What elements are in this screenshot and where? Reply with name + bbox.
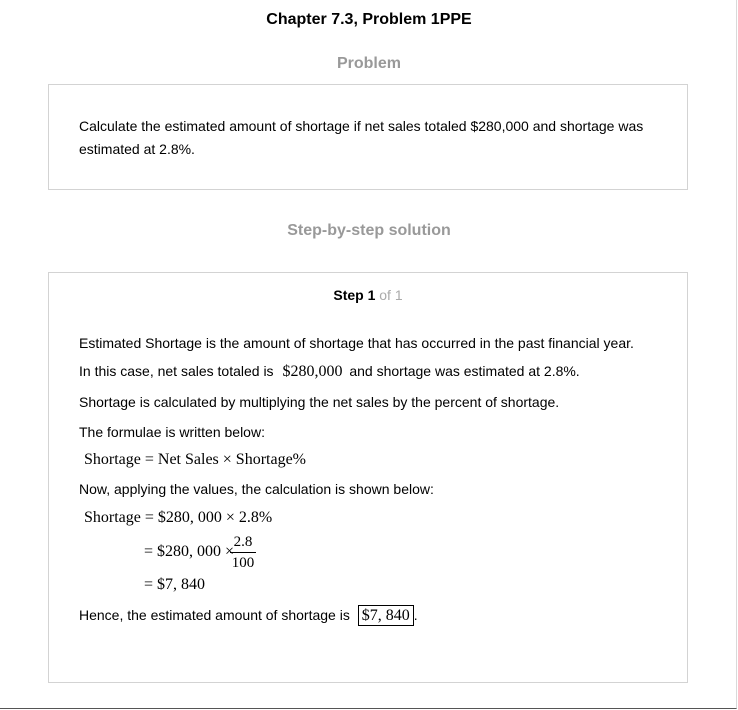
conclusion-paragraph: Hence, the estimated amount of shortage … (79, 605, 418, 626)
problem-heading: Problem (336, 55, 401, 72)
step-number: Step 1 (333, 287, 376, 303)
problem-text: Calculate the estimated amount of shorta… (79, 118, 644, 157)
net-sales-value: $280,000 (282, 363, 343, 380)
shortage-formula: Shortage = Net Sales × Shortage% (84, 451, 306, 468)
fraction: 2.8 100 (230, 533, 256, 572)
step-indicator: Step 1 of 1 (49, 287, 687, 303)
explanation-paragraph-1: Estimated Shortage is the amount of shor… (79, 335, 634, 351)
conclusion-suffix: . (413, 607, 418, 623)
explanation-paragraph-3: Shortage is calculated by multiplying th… (79, 394, 560, 410)
paragraph-2-suffix: and shortage was estimated at 2.8%. (349, 363, 580, 379)
solution-heading: Step-by-step solution (287, 222, 451, 239)
fraction-denominator: 100 (231, 555, 255, 571)
conclusion-prefix: Hence, the estimated amount of shortage … (79, 607, 350, 623)
step-total: of 1 (379, 287, 403, 303)
calculation-line-2: = $280, 000 × (144, 543, 235, 560)
page-title: Chapter 7.3, Problem 1PPE (266, 11, 472, 28)
solution-box: Step 1 of 1 Estimated Shortage is the am… (48, 272, 688, 683)
problem-box: Calculate the estimated amount of shorta… (48, 84, 688, 190)
explanation-paragraph-5: Now, applying the values, the calculatio… (79, 481, 434, 497)
explanation-paragraph-2: In this case, net sales totaled is $280,… (79, 363, 580, 381)
explanation-paragraph-4: The formulae is written below: (79, 424, 265, 440)
calculation-line-3: = $7, 840 (144, 576, 206, 593)
paragraph-2-prefix: In this case, net sales totaled is (79, 363, 274, 379)
calculation-line-1: Shortage = $280, 000 × 2.8% (84, 509, 273, 526)
fraction-numerator: 2.8 (233, 534, 253, 550)
final-answer-box: $7, 840 (357, 605, 414, 626)
fraction-bar (230, 552, 256, 553)
